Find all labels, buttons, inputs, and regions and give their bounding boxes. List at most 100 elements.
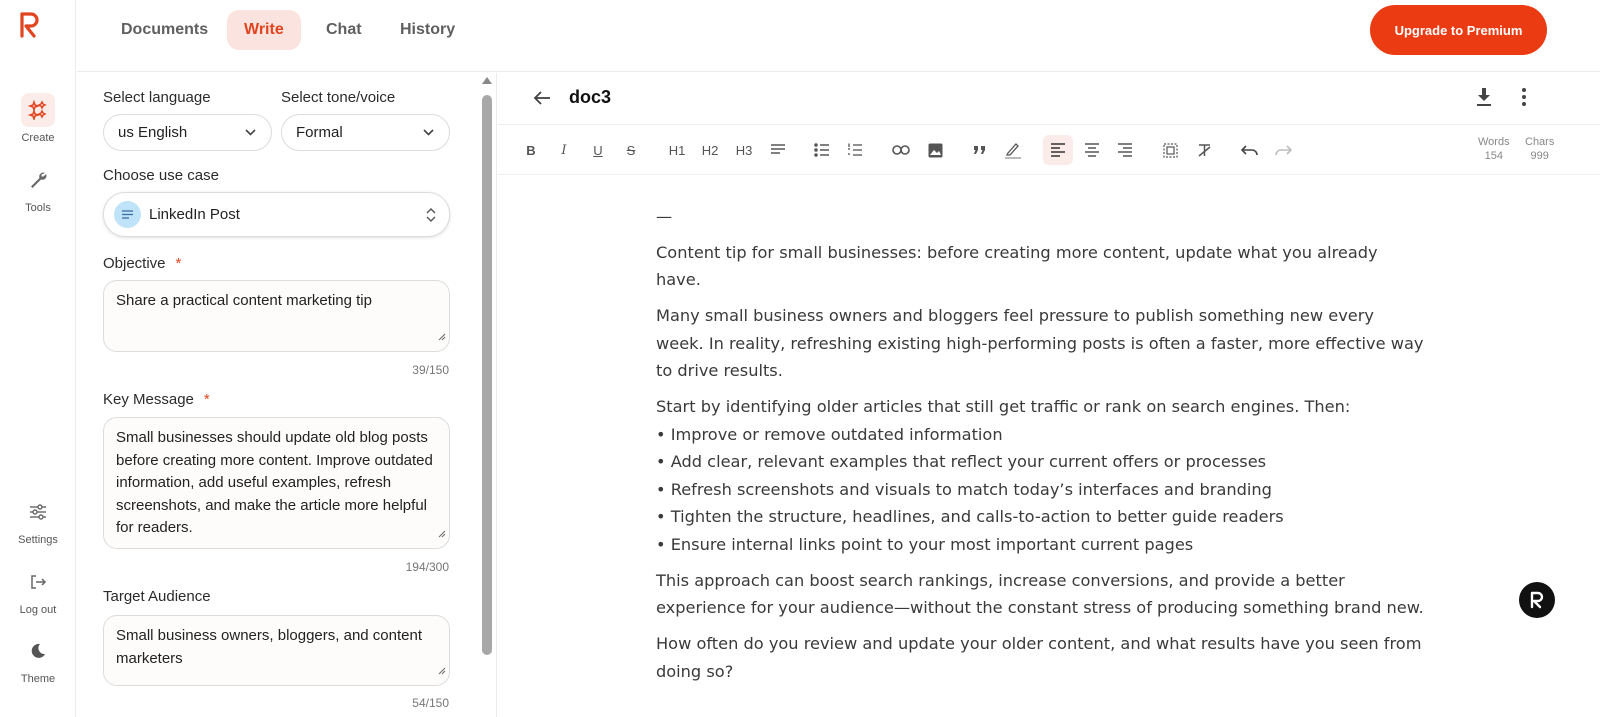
- use-case-select[interactable]: LinkedIn Post: [103, 192, 450, 237]
- chars-value: 999: [1530, 150, 1549, 162]
- content-paragraph: Start by identifying older articles that…: [656, 393, 1426, 558]
- content-paragraph: Content tip for small businesses: before…: [656, 242, 1378, 290]
- paragraph-icon: [771, 144, 785, 154]
- bullet-list-icon: [814, 143, 829, 157]
- document-title[interactable]: doc3: [569, 87, 611, 108]
- align-left-icon: [1051, 143, 1065, 157]
- updown-chevron-icon: [425, 206, 437, 228]
- italic-button[interactable]: I: [549, 135, 579, 165]
- strikethrough-button[interactable]: S: [616, 135, 646, 165]
- sidebar-item-theme[interactable]: Theme: [0, 634, 76, 685]
- use-case-label: Choose use case: [103, 167, 219, 184]
- app-logo[interactable]: [18, 10, 44, 38]
- top-bar: Documents Write Chat History Upgrade to …: [77, 0, 1600, 72]
- document-header: doc3: [498, 73, 1600, 125]
- align-center-icon: [1085, 143, 1099, 157]
- assistant-fab[interactable]: [1519, 582, 1555, 618]
- link-icon: [892, 145, 910, 155]
- tab-chat[interactable]: Chat: [309, 10, 379, 50]
- numbered-list-button[interactable]: [840, 135, 870, 165]
- paragraph-button[interactable]: [763, 135, 793, 165]
- align-left-button[interactable]: [1043, 135, 1073, 165]
- download-icon[interactable]: [1475, 87, 1493, 112]
- language-label: Select language: [103, 89, 211, 106]
- content-paragraph: This approach can boost search rankings,…: [656, 570, 1424, 618]
- upgrade-button[interactable]: Upgrade to Premium: [1370, 5, 1547, 55]
- scroll-up-arrow-icon[interactable]: [482, 77, 492, 84]
- blockquote-button[interactable]: [965, 135, 995, 165]
- redo-button[interactable]: [1268, 135, 1298, 165]
- objective-textarea[interactable]: Share a practical content marketing tip: [103, 280, 450, 352]
- separator-dash: —: [656, 207, 673, 226]
- resize-grip-icon[interactable]: [438, 326, 446, 349]
- align-center-button[interactable]: [1077, 135, 1107, 165]
- language-select[interactable]: us English: [103, 114, 272, 151]
- objective-label: Objective *: [103, 255, 182, 272]
- words-label: Words: [1478, 136, 1510, 148]
- content-paragraph: How often do you review and update your …: [656, 634, 1422, 681]
- resize-grip-icon[interactable]: [438, 523, 446, 546]
- bullet-item: • Ensure internal links point to your mo…: [656, 534, 1194, 554]
- clear-format-button[interactable]: [1189, 135, 1219, 165]
- chars-label: Chars: [1525, 136, 1555, 148]
- objective-counter: 39/150: [412, 363, 449, 377]
- select-all-button[interactable]: [1155, 135, 1185, 165]
- heading3-button[interactable]: H3: [729, 135, 759, 165]
- logout-icon: [21, 565, 55, 599]
- write-form-panel: Select language Select tone/voice us Eng…: [77, 73, 497, 717]
- sidebar-item-logout[interactable]: Log out: [0, 565, 76, 616]
- sidebar-item-settings[interactable]: Settings: [0, 495, 76, 546]
- target-audience-textarea[interactable]: Small business owners, bloggers, and con…: [103, 615, 450, 686]
- tab-documents[interactable]: Documents: [104, 10, 225, 50]
- heading2-button[interactable]: H2: [695, 135, 725, 165]
- content-paragraph: Many small business owners and bloggers …: [656, 306, 1424, 380]
- link-button[interactable]: [886, 135, 916, 165]
- key-message-label: Key Message *: [103, 391, 210, 408]
- target-audience-counter: 54/150: [412, 696, 449, 710]
- heading1-button[interactable]: H1: [662, 135, 692, 165]
- highlight-button[interactable]: [998, 135, 1028, 165]
- resize-grip-icon[interactable]: [438, 660, 446, 683]
- use-case-value: LinkedIn Post: [149, 206, 240, 223]
- back-arrow-icon[interactable]: [532, 88, 552, 113]
- sidebar-item-tools[interactable]: Tools: [0, 163, 76, 214]
- language-value: us English: [118, 124, 188, 141]
- sidebar-item-create[interactable]: Create: [0, 93, 76, 144]
- left-rail: Create Tools Settings Log out Theme: [0, 0, 76, 717]
- align-right-button[interactable]: [1110, 135, 1140, 165]
- bullet-item: • Refresh screenshots and visuals to mat…: [656, 479, 1272, 499]
- tab-history[interactable]: History: [383, 10, 472, 50]
- objective-value: Share a practical content marketing tip: [116, 292, 372, 309]
- tone-value: Formal: [296, 124, 343, 141]
- tone-select[interactable]: Formal: [281, 114, 450, 151]
- bullet-list-button[interactable]: [807, 135, 837, 165]
- word-count: Words 154: [1478, 135, 1510, 163]
- sidebar-item-label: Create: [21, 132, 55, 144]
- chevron-down-icon: [422, 126, 435, 143]
- list-intro: Start by identifying older articles that…: [656, 397, 1351, 416]
- scroll-thumb[interactable]: [482, 95, 492, 655]
- undo-icon: [1240, 145, 1258, 156]
- sliders-icon: [21, 495, 55, 529]
- sidebar-item-label: Theme: [20, 673, 56, 685]
- image-button[interactable]: [920, 135, 950, 165]
- image-icon: [928, 143, 942, 157]
- bullet-item: • Tighten the structure, headlines, and …: [656, 507, 1284, 526]
- undo-button[interactable]: [1234, 135, 1264, 165]
- required-mark: *: [175, 255, 182, 272]
- more-options-icon[interactable]: [1521, 87, 1527, 112]
- required-mark: *: [203, 391, 210, 408]
- key-message-textarea[interactable]: Small businesses should update old blog …: [103, 417, 450, 549]
- underline-button[interactable]: U: [583, 135, 613, 165]
- tab-write[interactable]: Write: [227, 10, 301, 50]
- document-content[interactable]: — Content tip for small businesses: befo…: [656, 203, 1426, 694]
- clear-format-icon: [1198, 143, 1210, 157]
- bullet-item: • Add clear, relevant examples that refl…: [656, 452, 1267, 471]
- target-audience-label: Target Audience: [103, 588, 211, 605]
- bold-button[interactable]: B: [516, 135, 546, 165]
- pen-highlight-icon: [1005, 143, 1021, 159]
- panel-scrollbar[interactable]: [482, 77, 492, 717]
- bullet-item: • Improve or remove outdated information: [656, 424, 1003, 444]
- target-audience-value: Small business owners, bloggers, and con…: [116, 627, 423, 667]
- align-right-icon: [1118, 143, 1132, 157]
